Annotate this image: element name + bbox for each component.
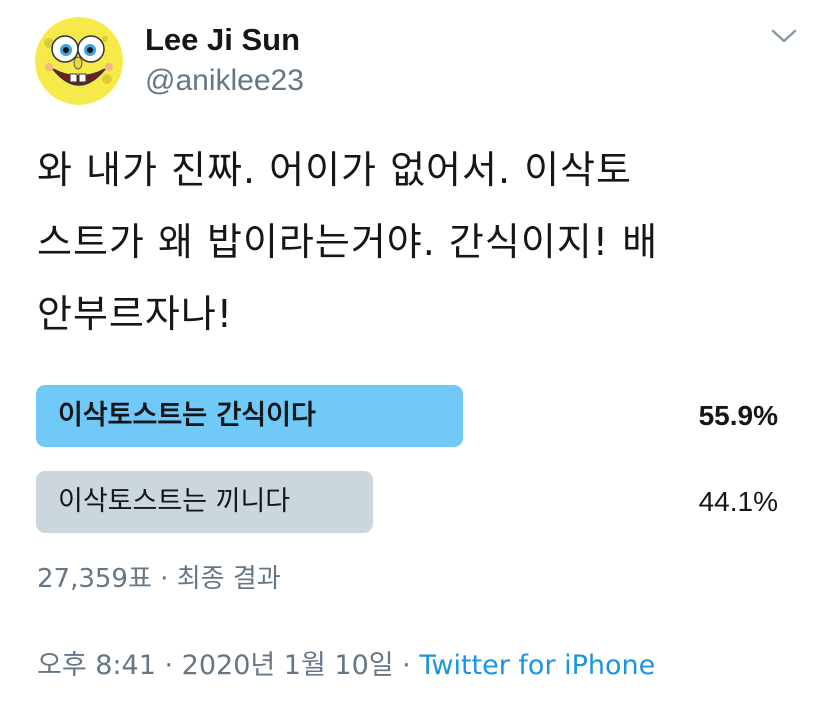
poll-option-label: 이삭토스트는 간식이다 (58, 400, 316, 431)
author-name[interactable]: Lee Ji Sun (145, 22, 300, 58)
poll-option-1: 이삭토스트는 간식이다 55.9% (36, 385, 796, 447)
poll-votes: 27,359표 (37, 564, 152, 594)
separator: · (393, 650, 420, 681)
poll-option-percent: 44.1% (698, 486, 778, 517)
poll-option-2: 이삭토스트는 끼니다 44.1% (36, 471, 796, 533)
poll-meta: 27,359표 · 최종 결과 (37, 558, 281, 595)
poll-status: 최종 결과 (176, 564, 281, 594)
tweet-card: Lee Ji Sun @aniklee23 와 내가 진짜. 어이가 없어서. … (0, 0, 830, 711)
tweet-time[interactable]: 오후 8:41 (37, 650, 156, 681)
tweet-timestamp: 오후 8:41 · 2020년 1월 10일 · Twitter for iPh… (37, 643, 655, 682)
more-options-button[interactable] (770, 27, 798, 45)
spongebob-avatar-icon (35, 17, 123, 105)
tweet-date[interactable]: 2020년 1월 10일 (182, 650, 394, 681)
chevron-down-icon (771, 29, 797, 43)
separator: · (151, 564, 177, 594)
avatar[interactable] (35, 17, 123, 105)
tweet-text: 와 내가 진짜. 어이가 없어서. 이삭토 스트가 왜 밥이라는거야. 간식이지… (37, 148, 659, 336)
separator: · (155, 650, 182, 681)
poll-option-label: 이삭토스트는 끼니다 (58, 486, 291, 517)
author-handle[interactable]: @aniklee23 (145, 64, 304, 98)
poll-option-percent: 55.9% (698, 400, 778, 431)
source-link[interactable]: Twitter for iPhone (419, 650, 655, 681)
